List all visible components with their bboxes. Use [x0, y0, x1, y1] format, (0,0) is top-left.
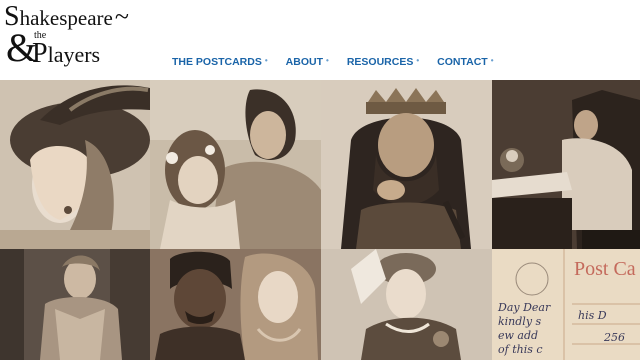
postcard-tile-fan[interactable] — [321, 249, 492, 360]
svg-text:Post Ca: Post Ca — [574, 258, 636, 280]
postcard-tile-gown[interactable] — [0, 249, 150, 360]
postcard-handwriting-line: kindly s — [498, 315, 542, 328]
nav-dot-icon: • — [326, 56, 329, 65]
postcard-tile-back[interactable]: Post Ca Day Dear kindly s ew add of this… — [492, 249, 640, 360]
postcard-tile-reading[interactable] — [492, 80, 640, 249]
postcard-tile-king[interactable] — [321, 80, 492, 249]
nav-resources[interactable]: RESOURCES • — [347, 56, 419, 70]
nav-dot-icon: • — [264, 56, 268, 65]
nav-dot-icon: • — [490, 56, 494, 65]
postcard-tile-duo[interactable] — [150, 249, 321, 360]
postcard-handwriting-line: of this c — [498, 343, 543, 356]
site-logo[interactable]: Shakespeare~ & the Players — [4, 2, 164, 70]
site-header: Shakespeare~ & the Players THE POSTCARDS… — [0, 0, 640, 80]
postcard-handwriting-line: ew add — [498, 329, 538, 342]
nav-the-postcards[interactable]: THE POSTCARDS • — [172, 56, 268, 70]
nav-dot-icon: • — [416, 56, 420, 65]
logo-players: Players — [32, 38, 101, 69]
postcard-stamp-text: Post Ca — [574, 258, 636, 280]
nav-about[interactable]: ABOUT • — [286, 56, 329, 70]
postcard-grid: Post Ca Day Dear kindly s ew add of this… — [0, 80, 640, 360]
postcard-tile-couple[interactable] — [150, 80, 321, 249]
postcard-tile-feathered-hat[interactable] — [0, 80, 150, 249]
postcard-handwriting-line: 256 — [603, 331, 625, 344]
postcard-handwriting-line: his D — [578, 309, 607, 322]
main-nav: THE POSTCARDS • ABOUT • RESOURCES • CONTACT… — [172, 56, 512, 70]
nav-contact[interactable]: CONTACT • — [437, 56, 493, 70]
postcard-handwriting-line: Day Dear — [497, 301, 551, 314]
